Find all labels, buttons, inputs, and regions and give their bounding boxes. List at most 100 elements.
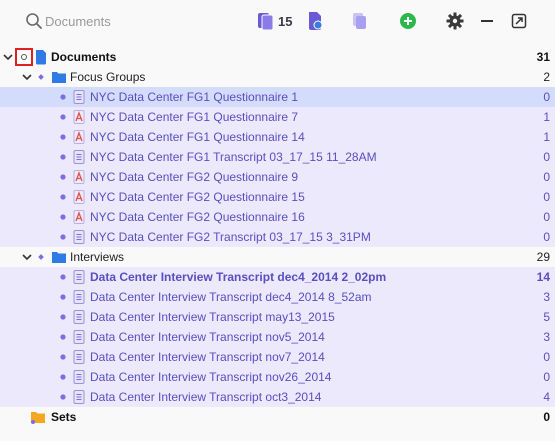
list-item[interactable]: NYC Data Center FG2 Transcript 03_17_15 … bbox=[0, 227, 555, 247]
chevron-down-icon[interactable] bbox=[2, 51, 14, 63]
tree-label: Data Center Interview Transcript may13_2… bbox=[90, 310, 335, 324]
text-document-icon bbox=[73, 370, 85, 384]
search-input[interactable] bbox=[45, 11, 225, 31]
dot-marker-icon bbox=[60, 194, 66, 200]
popout-button[interactable] bbox=[511, 10, 527, 32]
tree-count: 2 bbox=[543, 70, 550, 84]
sets-folder-icon bbox=[31, 412, 45, 424]
list-item[interactable]: NYC Data Center FG1 Questionnaire 14 1 bbox=[0, 127, 555, 147]
list-item[interactable]: Data Center Interview Transcript dec4_20… bbox=[0, 287, 555, 307]
copy-icon bbox=[353, 13, 366, 29]
add-button[interactable] bbox=[399, 10, 417, 32]
tree-count: 0 bbox=[543, 230, 550, 244]
dot-marker-icon bbox=[60, 214, 66, 220]
tree-count: 0 bbox=[543, 90, 550, 104]
open-in-window-icon bbox=[511, 13, 527, 29]
plus-circle-icon bbox=[400, 13, 416, 29]
list-item[interactable]: Data Center Interview Transcript may13_2… bbox=[0, 307, 555, 327]
tree-count: 4 bbox=[543, 390, 550, 404]
dot-marker-icon bbox=[60, 274, 66, 280]
dot-marker-icon bbox=[60, 294, 66, 300]
documents-count: 15 bbox=[278, 13, 293, 29]
dot-marker-icon bbox=[60, 114, 66, 120]
tree-label: NYC Data Center FG1 Transcript 03_17_15 … bbox=[90, 150, 377, 164]
tree-label: Documents bbox=[51, 50, 117, 64]
minus-icon bbox=[481, 20, 493, 22]
text-document-icon bbox=[73, 330, 85, 344]
tree-count: 3 bbox=[543, 290, 550, 304]
list-item[interactable]: NYC Data Center FG1 Questionnaire 1 0 bbox=[0, 87, 555, 107]
tree-label: Focus Groups bbox=[70, 70, 146, 84]
text-document-icon bbox=[73, 90, 85, 104]
tree-root-documents[interactable]: Documents 31 bbox=[0, 47, 555, 67]
chevron-down-icon[interactable] bbox=[21, 71, 33, 83]
pdf-icon bbox=[73, 110, 85, 124]
text-document-icon bbox=[73, 150, 85, 164]
text-document-icon bbox=[73, 350, 85, 364]
add-document-button[interactable] bbox=[307, 10, 323, 32]
text-document-icon bbox=[73, 290, 85, 304]
diamond-marker-icon bbox=[38, 254, 44, 260]
dot-marker-icon bbox=[60, 334, 66, 340]
list-item[interactable]: NYC Data Center FG2 Questionnaire 9 0 bbox=[0, 167, 555, 187]
text-document-icon bbox=[73, 270, 85, 284]
list-item[interactable]: NYC Data Center FG1 Questionnaire 7 1 bbox=[0, 107, 555, 127]
tree-count: 3 bbox=[543, 330, 550, 344]
tree-label: Data Center Interview Transcript nov7_20… bbox=[90, 350, 325, 364]
copy-document-button[interactable] bbox=[351, 10, 369, 32]
tree-label: NYC Data Center FG2 Questionnaire 16 bbox=[90, 210, 305, 224]
minimize-button[interactable] bbox=[479, 10, 495, 32]
list-item[interactable]: Data Center Interview Transcript dec4_20… bbox=[0, 267, 555, 287]
tree-count: 0 bbox=[543, 190, 550, 204]
tree-count: 1 bbox=[543, 110, 550, 124]
list-item[interactable]: NYC Data Center FG1 Transcript 03_17_15 … bbox=[0, 147, 555, 167]
tree-folder-interviews[interactable]: Interviews 29 bbox=[0, 247, 555, 267]
tree-count: 0 bbox=[543, 170, 550, 184]
tree-label: NYC Data Center FG1 Questionnaire 1 bbox=[90, 90, 299, 104]
tree-count: 29 bbox=[536, 250, 550, 264]
tree-count: 5 bbox=[543, 310, 550, 324]
text-document-icon bbox=[73, 390, 85, 404]
folder-icon bbox=[52, 252, 66, 263]
tree-count: 31 bbox=[536, 50, 550, 64]
tree-label: Data Center Interview Transcript nov26_2… bbox=[90, 370, 332, 384]
tree-label: Sets bbox=[51, 410, 77, 424]
dot-marker-icon bbox=[60, 314, 66, 320]
tree-count: 0 bbox=[543, 210, 550, 224]
document-add-icon bbox=[309, 12, 323, 30]
list-item[interactable]: NYC Data Center FG2 Questionnaire 15 0 bbox=[0, 187, 555, 207]
tree-label: Data Center Interview Transcript dec4_20… bbox=[90, 290, 372, 304]
pdf-icon bbox=[73, 210, 85, 224]
text-document-icon bbox=[73, 230, 85, 244]
chevron-down-icon[interactable] bbox=[21, 251, 33, 263]
documents-count-button[interactable]: 15 bbox=[257, 10, 292, 32]
dot-marker-icon bbox=[60, 154, 66, 160]
list-item[interactable]: Data Center Interview Transcript oct3_20… bbox=[0, 387, 555, 407]
tree-count: 14 bbox=[536, 270, 550, 284]
diamond-marker-icon bbox=[38, 74, 44, 80]
tree-label: Interviews bbox=[70, 250, 125, 264]
dot-marker-icon bbox=[60, 174, 66, 180]
documents-icon bbox=[36, 50, 46, 65]
tree-count: 0 bbox=[543, 150, 550, 164]
toolbar: 15 bbox=[0, 0, 555, 42]
list-item[interactable]: NYC Data Center FG2 Questionnaire 16 0 bbox=[0, 207, 555, 227]
list-item[interactable]: Data Center Interview Transcript nov7_20… bbox=[0, 347, 555, 367]
tree-label: NYC Data Center FG2 Questionnaire 15 bbox=[90, 190, 305, 204]
tree-label: Data Center Interview Transcript nov5_20… bbox=[90, 330, 325, 344]
tree-label: NYC Data Center FG2 Transcript 03_17_15 … bbox=[90, 230, 371, 244]
tree-label: NYC Data Center FG2 Questionnaire 9 bbox=[90, 170, 299, 184]
tree-root-sets[interactable]: Sets 0 bbox=[0, 407, 555, 427]
list-item[interactable]: Data Center Interview Transcript nov26_2… bbox=[0, 367, 555, 387]
tree-count: 1 bbox=[543, 130, 550, 144]
root-select-toggle[interactable] bbox=[15, 48, 33, 66]
tree-label: NYC Data Center FG1 Questionnaire 7 bbox=[90, 110, 299, 124]
search-icon bbox=[26, 13, 42, 29]
settings-button[interactable] bbox=[446, 10, 464, 32]
gear-icon bbox=[446, 12, 464, 30]
list-item[interactable]: Data Center Interview Transcript nov5_20… bbox=[0, 327, 555, 347]
tree-label: NYC Data Center FG1 Questionnaire 14 bbox=[90, 130, 305, 144]
dot-marker-icon bbox=[60, 134, 66, 140]
dot-marker-icon bbox=[60, 94, 66, 100]
tree-folder-focus-groups[interactable]: Focus Groups 2 bbox=[0, 67, 555, 87]
